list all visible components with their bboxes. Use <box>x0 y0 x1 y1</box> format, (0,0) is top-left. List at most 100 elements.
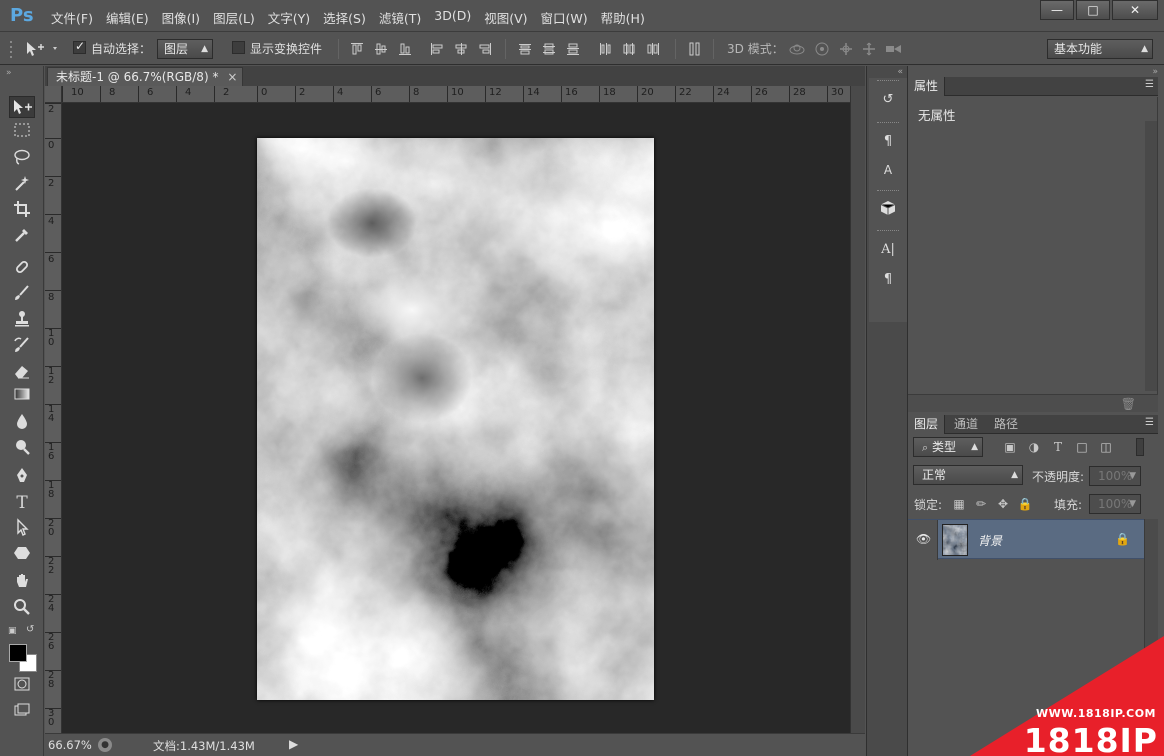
character-panel-icon[interactable]: A| <box>878 240 898 260</box>
gradient-tool[interactable] <box>9 386 35 408</box>
menu-type[interactable]: 文字(Y) <box>265 8 320 27</box>
magic-wand-tool[interactable] <box>9 174 35 196</box>
expand-dock-icon[interactable]: « <box>897 67 903 77</box>
auto-align-icon[interactable] <box>688 42 702 56</box>
tab-paths[interactable]: 路径 <box>988 415 1024 434</box>
properties-scrollbar[interactable] <box>1145 121 1157 391</box>
canvas-area[interactable] <box>62 103 850 733</box>
eraser-tool[interactable] <box>9 362 35 384</box>
align-hcenter-icon[interactable] <box>454 42 468 56</box>
auto-select-target-dropdown[interactable]: 图层 ▲ <box>157 39 213 59</box>
history-brush-tool[interactable] <box>9 336 35 358</box>
menu-select[interactable]: 选择(S) <box>320 8 376 27</box>
paragraph-panel-icon[interactable]: ¶ <box>878 132 898 152</box>
blend-mode-dropdown[interactable]: 正常 ▲ <box>913 465 1023 485</box>
layer-filter-dropdown[interactable]: ⌕ 类型 ▲ <box>913 437 983 457</box>
opacity-field[interactable]: 100% ▼ <box>1089 466 1141 486</box>
trash-icon[interactable]: 🗑 <box>1121 397 1136 411</box>
adjustment-filter-icon[interactable]: ◑ <box>1026 439 1042 455</box>
foreground-color-swatch[interactable] <box>9 644 27 662</box>
quick-mask-icon[interactable] <box>9 676 35 698</box>
marquee-tool[interactable] <box>9 122 35 144</box>
shape-filter-icon[interactable]: □ <box>1074 439 1090 455</box>
panel-menu-icon[interactable]: ☰ <box>1145 79 1154 90</box>
smart-object-filter-icon[interactable]: ◫ <box>1098 439 1114 455</box>
menu-view[interactable]: 视图(V) <box>481 8 537 27</box>
distribute-bottom-icon[interactable] <box>566 42 580 56</box>
distribute-right-icon[interactable] <box>646 42 660 56</box>
lock-transparent-icon[interactable]: ▦ <box>951 496 967 512</box>
visibility-toggle[interactable]: 👁 <box>908 520 938 560</box>
menu-help[interactable]: 帮助(H) <box>598 8 655 27</box>
pen-tool[interactable] <box>9 466 35 488</box>
paragraph-styles-icon[interactable]: ¶ <box>878 270 898 290</box>
3d-slide-icon[interactable] <box>861 42 877 56</box>
menu-3d[interactable]: 3D(D) <box>431 8 481 27</box>
lasso-tool[interactable] <box>9 148 35 170</box>
ruler-origin[interactable] <box>45 86 62 103</box>
restore-button[interactable]: □ <box>1076 0 1110 20</box>
layer-row-background[interactable]: 👁 背景 🔒 <box>908 519 1144 560</box>
3d-panel-icon[interactable] <box>878 200 898 220</box>
3d-roll-icon[interactable] <box>814 42 830 56</box>
menu-file[interactable]: 文件(F) <box>48 8 103 27</box>
zoom-tool[interactable] <box>9 598 35 620</box>
character-styles-icon[interactable]: A <box>878 160 898 180</box>
align-bottom-icon[interactable] <box>398 42 412 56</box>
collapse-panels-icon[interactable]: » <box>1152 67 1158 77</box>
move-tool-preset-icon[interactable] <box>24 39 60 57</box>
workspace-dropdown[interactable]: 基本功能 ▲ <box>1047 39 1153 59</box>
path-selection-tool[interactable] <box>9 518 35 540</box>
layer-name[interactable]: 背景 <box>978 532 1002 549</box>
tab-layers[interactable]: 图层 <box>908 415 946 434</box>
3d-pan-icon[interactable] <box>838 42 854 56</box>
default-colors-icon[interactable]: ▣ <box>8 626 17 636</box>
3d-scale-icon[interactable] <box>885 42 903 56</box>
document-canvas[interactable] <box>257 138 654 700</box>
history-panel-icon[interactable]: ↺ <box>878 90 898 110</box>
minimize-button[interactable]: — <box>1040 0 1074 20</box>
status-info-icon[interactable]: ● <box>98 738 112 752</box>
type-tool[interactable]: T <box>9 492 35 514</box>
3d-orbit-icon[interactable] <box>788 42 806 56</box>
distribute-hcenter-icon[interactable] <box>622 42 636 56</box>
screen-mode-icon[interactable] <box>9 702 35 724</box>
menu-image[interactable]: 图像(I) <box>159 8 210 27</box>
close-button[interactable]: ✕ <box>1112 0 1158 20</box>
move-tool[interactable] <box>9 96 35 118</box>
status-menu-arrow-icon[interactable]: ▶ <box>289 737 298 751</box>
blur-tool[interactable] <box>9 412 35 434</box>
filter-toggle-switch[interactable] <box>1136 438 1144 456</box>
distribute-top-icon[interactable] <box>518 42 532 56</box>
align-right-icon[interactable] <box>478 42 492 56</box>
swap-colors-icon[interactable]: ↺ <box>26 624 34 635</box>
pixel-filter-icon[interactable]: ▣ <box>1002 439 1018 455</box>
fill-field[interactable]: 100% ▼ <box>1089 494 1141 514</box>
hand-tool[interactable] <box>9 572 35 594</box>
dodge-tool[interactable] <box>9 438 35 460</box>
document-tab[interactable]: 未标题-1 @ 66.7%(RGB/8) * × <box>47 67 244 86</box>
show-transform-checkbox[interactable] <box>232 41 245 54</box>
align-top-icon[interactable] <box>350 42 364 56</box>
distribute-left-icon[interactable] <box>598 42 612 56</box>
horizontal-ruler[interactable]: 10 8 6 4 2 0 2 4 6 8 10 12 14 16 18 20 2… <box>62 86 850 103</box>
lock-position-icon[interactable]: ✥ <box>995 496 1011 512</box>
crop-tool[interactable] <box>9 200 35 222</box>
auto-select-checkbox[interactable] <box>73 39 86 54</box>
align-left-icon[interactable] <box>430 42 444 56</box>
menu-layer[interactable]: 图层(L) <box>210 8 265 27</box>
panel-menu-icon[interactable]: ☰ <box>1145 417 1154 428</box>
zoom-level[interactable]: 66.67% <box>48 738 92 752</box>
menu-filter[interactable]: 滤镜(T) <box>376 8 431 27</box>
eyedropper-tool[interactable] <box>9 226 35 248</box>
healing-brush-tool[interactable] <box>9 258 35 280</box>
menu-edit[interactable]: 编辑(E) <box>103 8 159 27</box>
close-tab-icon[interactable]: × <box>227 68 237 86</box>
type-filter-icon[interactable]: T <box>1050 439 1066 455</box>
menu-window[interactable]: 窗口(W) <box>538 8 598 27</box>
lock-all-icon[interactable]: 🔒 <box>1017 496 1033 512</box>
shape-tool[interactable] <box>9 544 35 566</box>
vertical-ruler[interactable]: 2 0 2 4 6 8 10 12 14 16 18 20 22 24 26 2… <box>45 103 62 733</box>
distribute-vcenter-icon[interactable] <box>542 42 556 56</box>
tab-properties[interactable]: 属性 <box>908 77 946 96</box>
